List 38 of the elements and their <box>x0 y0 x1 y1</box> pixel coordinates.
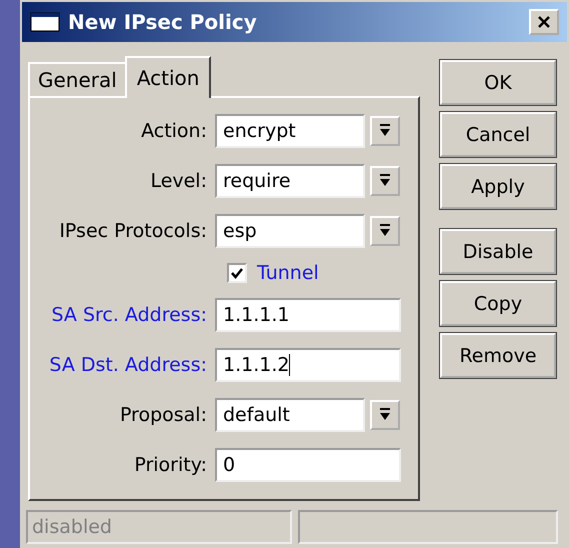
close-icon <box>537 15 551 29</box>
dropdown-arrow-icon <box>379 124 391 138</box>
dropdown-field[interactable]: require <box>215 164 365 198</box>
window-icon <box>30 12 60 32</box>
dialog-button[interactable]: OK <box>440 60 556 105</box>
tab[interactable]: Action <box>124 56 212 98</box>
field-label: Priority: <box>133 454 207 476</box>
field-label: Level: <box>149 170 207 192</box>
input-field[interactable]: 0 <box>215 448 401 482</box>
tab[interactable]: General <box>28 62 127 96</box>
dropdown-arrow-icon <box>379 408 391 422</box>
dialog-button[interactable]: Disable <box>440 229 556 274</box>
field-label: Proposal: <box>118 404 207 426</box>
dropdown-button[interactable] <box>370 216 400 246</box>
input-field[interactable]: 1.1.1.1 <box>215 298 401 332</box>
dropdown-button[interactable] <box>370 400 400 430</box>
dropdown-arrow-icon <box>379 224 391 238</box>
dropdown-button[interactable] <box>370 166 400 196</box>
close-button[interactable] <box>529 9 559 35</box>
checkmark-icon <box>230 266 244 280</box>
input-field[interactable]: 1.1.1.2 <box>215 348 401 382</box>
dropdown-arrow-icon <box>379 174 391 188</box>
field-label: Action: <box>140 120 207 142</box>
dropdown-field[interactable]: encrypt <box>215 114 365 148</box>
tunnel-checkbox[interactable] <box>227 263 247 283</box>
dialog-button[interactable]: Cancel <box>440 112 556 157</box>
dropdown-field[interactable]: default <box>215 398 365 432</box>
dialog-button[interactable]: Copy <box>440 281 556 326</box>
dropdown-button[interactable] <box>370 116 400 146</box>
field-label: SA Src. Address: <box>50 304 207 326</box>
dropdown-field[interactable]: esp <box>215 214 365 248</box>
window-title: New IPsec Policy <box>68 10 258 34</box>
status-field: disabled <box>26 510 292 544</box>
dialog-button[interactable]: Apply <box>440 164 556 209</box>
dialog-button[interactable]: Remove <box>440 333 556 378</box>
field-label: IPsec Protocols: <box>58 220 207 242</box>
checkbox-label: Tunnel <box>257 262 319 284</box>
field-label: SA Dst. Address: <box>48 354 207 376</box>
